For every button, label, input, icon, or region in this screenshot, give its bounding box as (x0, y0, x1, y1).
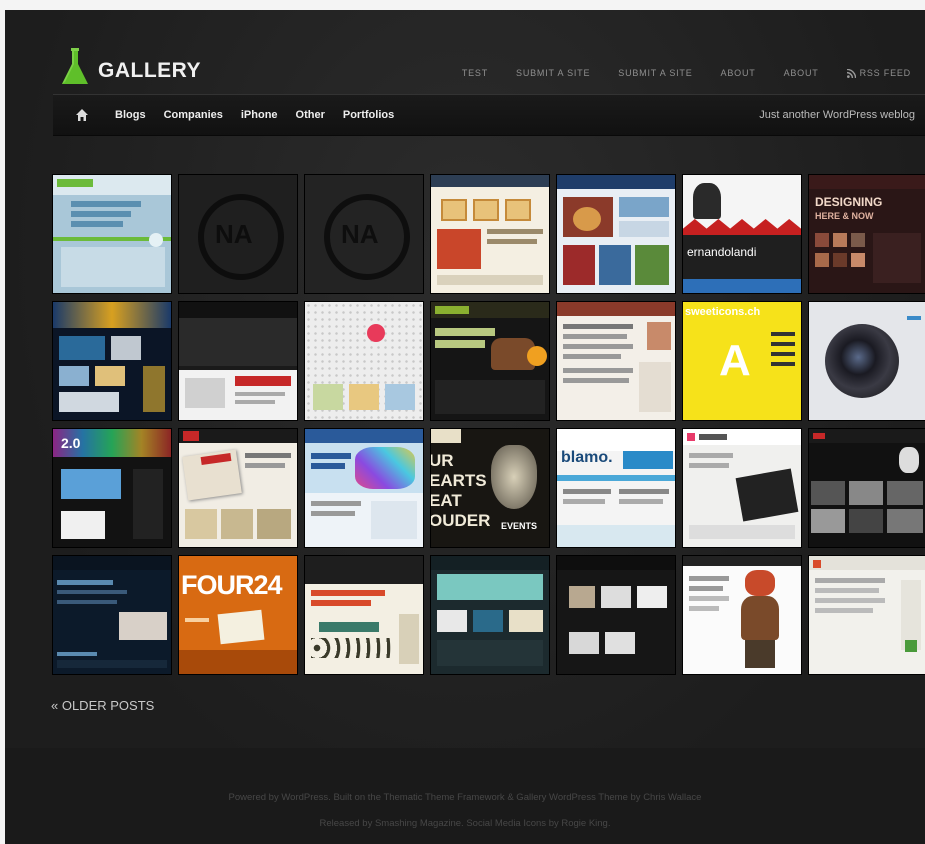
gallery-thumbnail[interactable]: UR EARTS EAT OUDER EVENTS (431, 429, 549, 547)
gallery-thumbnail[interactable]: NA (179, 175, 297, 293)
gallery-thumbnail[interactable] (179, 302, 297, 420)
older-posts-link[interactable]: « OLDER POSTS (51, 698, 154, 713)
top-nav: TEST SUBMIT A SITE SUBMIT A SITE ABOUT A… (434, 68, 911, 78)
gallery-thumbnail[interactable] (557, 175, 675, 293)
gallery-thumbnail[interactable]: blamo. (557, 429, 675, 547)
gallery-thumbnail[interactable]: ernandolandi (683, 175, 801, 293)
category-portfolios[interactable]: Portfolios (343, 109, 394, 121)
flask-icon (62, 48, 88, 84)
gallery-thumbnail[interactable] (683, 429, 801, 547)
site-tagline: Just another WordPress weblog (759, 109, 915, 121)
thumbnail-text: 2.0 (61, 435, 81, 451)
category-nav: Blogs Companies iPhone Other Portfolios … (53, 94, 925, 136)
gallery-thumbnail[interactable] (683, 556, 801, 674)
category-companies[interactable]: Companies (164, 109, 223, 121)
thumbnail-text: NA (341, 219, 379, 249)
thumbnail-text: HERE & NOW (815, 211, 874, 221)
thumbnail-text: EARTS (431, 471, 487, 490)
gallery-thumbnail[interactable] (809, 556, 925, 674)
footer: Powered by WordPress. Built on the Thema… (5, 748, 925, 844)
thumbnail-text: sweeticons.ch (685, 306, 761, 318)
page-frame: GALLERY TEST SUBMIT A SITE SUBMIT A SITE… (5, 10, 925, 844)
gallery-thumbnail[interactable]: sweeticons.ch A (683, 302, 801, 420)
thumbnail-text: blamo. (561, 449, 613, 466)
gallery-thumbnail[interactable]: FOUR24 (179, 556, 297, 674)
gallery-thumbnail[interactable] (809, 302, 925, 420)
thumbnail-text: EVENTS (501, 521, 538, 531)
rss-icon (846, 68, 856, 78)
thumbnail-text: DESIGNING (815, 195, 883, 209)
gallery-thumbnail[interactable]: DESIGNING HERE & NOW (809, 175, 925, 293)
category-other[interactable]: Other (296, 109, 325, 121)
gallery-thumbnail[interactable] (53, 556, 171, 674)
gallery-thumbnail[interactable] (431, 175, 549, 293)
thumbnail-text: FOUR24 (181, 570, 283, 600)
thumbnail-text: A (719, 336, 751, 385)
thumbnail-text: NA (215, 219, 253, 249)
gallery-thumbnail[interactable] (305, 556, 423, 674)
top-nav-submit-site-1[interactable]: SUBMIT A SITE (516, 68, 590, 78)
thumbnail-text: UR (431, 451, 454, 470)
top-nav-about-2[interactable]: ABOUT (784, 68, 819, 78)
gallery-thumbnail[interactable] (431, 302, 549, 420)
top-nav-test[interactable]: TEST (462, 68, 488, 78)
top-nav-rss-feed[interactable]: RSS FEED (846, 68, 911, 78)
gallery-grid: NA NA ernandolandi DESIGNING HERE & NOW … (53, 175, 925, 674)
gallery-thumbnail[interactable] (53, 302, 171, 420)
gallery-thumbnail[interactable] (53, 175, 171, 293)
top-nav-submit-site-2[interactable]: SUBMIT A SITE (618, 68, 692, 78)
gallery-thumbnail[interactable] (809, 429, 925, 547)
category-blogs[interactable]: Blogs (115, 109, 146, 121)
footer-credits: Powered by WordPress. Built on the Thema… (228, 792, 702, 803)
thumbnail-text: OUDER (431, 511, 491, 530)
gallery-thumbnail[interactable] (431, 556, 549, 674)
site-title: GALLERY (98, 59, 202, 82)
rss-feed-label: RSS FEED (859, 68, 911, 78)
gallery-thumbnail[interactable] (557, 556, 675, 674)
gallery-thumbnail[interactable] (305, 429, 423, 547)
category-iphone[interactable]: iPhone (241, 109, 278, 121)
home-icon[interactable] (75, 108, 89, 122)
gallery-thumbnail[interactable] (179, 429, 297, 547)
footer-release-credits: Released by Smashing Magazine. Social Me… (319, 818, 611, 829)
gallery-thumbnail[interactable]: NA (305, 175, 423, 293)
thumbnail-text: EAT (431, 491, 462, 510)
gallery-thumbnail[interactable] (305, 302, 423, 420)
gallery-thumbnail[interactable]: 2.0 (53, 429, 171, 547)
top-nav-about-1[interactable]: ABOUT (721, 68, 756, 78)
site-logo[interactable]: GALLERY (60, 48, 201, 86)
gallery-thumbnail[interactable] (557, 302, 675, 420)
thumbnail-text: ernandolandi (687, 245, 757, 259)
